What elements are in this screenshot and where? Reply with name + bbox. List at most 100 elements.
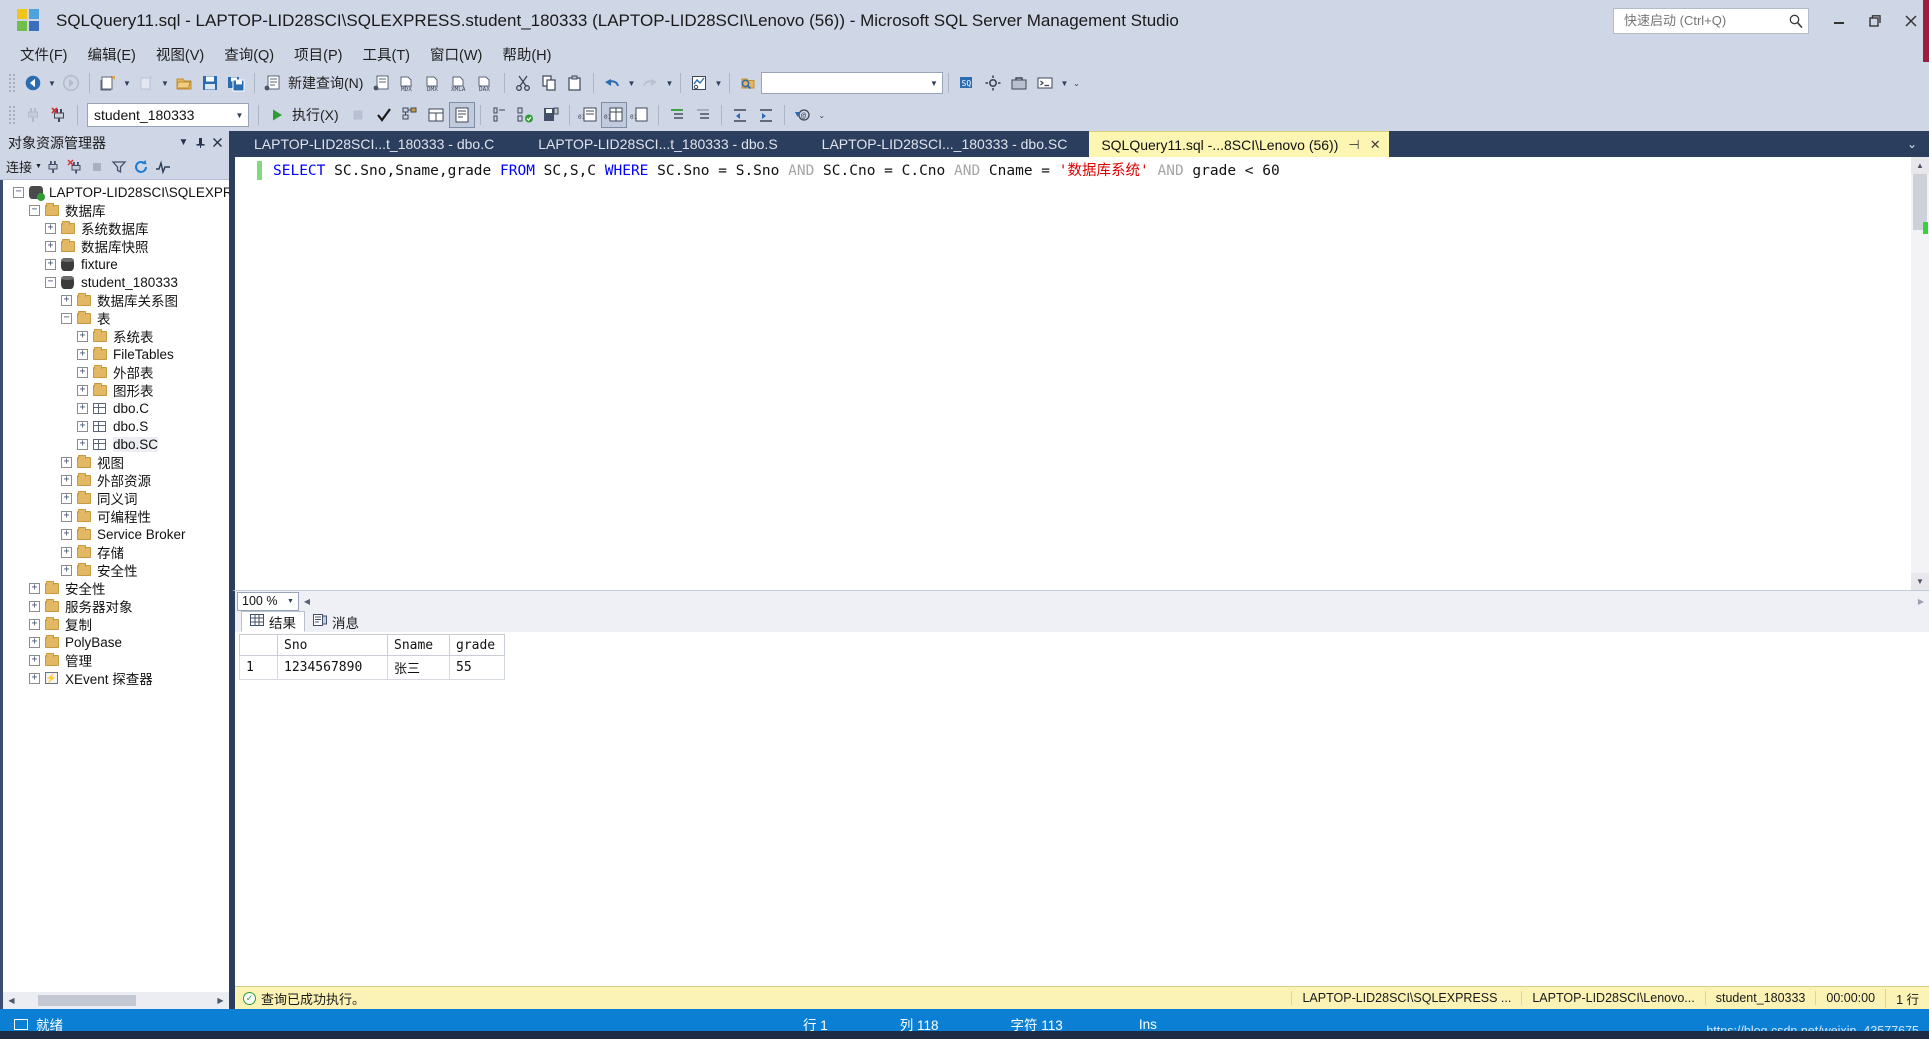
sql-editor[interactable]: SELECT SC.Sno,Sname,grade FROM SC,S,C WH… xyxy=(232,157,1929,590)
collapse-icon[interactable]: − xyxy=(61,312,72,324)
expand-icon[interactable]: + xyxy=(29,672,40,684)
comment-lines-icon[interactable] xyxy=(664,102,690,128)
tree-node[interactable]: + 系统表 xyxy=(3,327,229,345)
expand-icon[interactable]: + xyxy=(61,456,72,468)
tree-node[interactable]: + 安全性 xyxy=(3,579,229,597)
redo-dropdown[interactable]: ▼ xyxy=(663,79,675,88)
tree-node[interactable]: + fixture xyxy=(3,255,229,273)
tab-pin-icon[interactable]: ⊣ xyxy=(1348,137,1359,153)
tree-node[interactable]: + 外部资源 xyxy=(3,471,229,489)
connect-button[interactable]: 连接 ▼ xyxy=(6,157,42,176)
new-dmx-query-icon[interactable]: DMX xyxy=(421,70,447,96)
expand-icon[interactable]: + xyxy=(61,474,72,486)
find-combo-arrow[interactable]: ▼ xyxy=(925,79,942,88)
oe-activity-monitor-icon[interactable] xyxy=(152,157,174,177)
menu-help[interactable]: 帮助(H) xyxy=(492,42,561,67)
editor-zoom-arrow[interactable]: ▼ xyxy=(283,598,298,605)
settings-gear-icon[interactable] xyxy=(980,70,1006,96)
tree-node[interactable]: − LAPTOP-LID28SCI\SQLEXPRESS xyxy=(3,183,229,201)
minimize-button[interactable] xyxy=(1821,0,1857,41)
show-estimated-plan-icon[interactable] xyxy=(686,70,712,96)
menu-file[interactable]: 文件(F) xyxy=(10,42,78,67)
tree-node[interactable]: + 系统数据库 xyxy=(3,219,229,237)
results-to-file-icon[interactable] xyxy=(538,102,564,128)
expand-icon[interactable]: + xyxy=(29,636,40,648)
col-header-sname[interactable]: Sname xyxy=(387,634,450,656)
tab-sqlquery11[interactable]: SQLQuery11.sql -...8SCI\Lenovo (56)) ⊣ ✕ xyxy=(1089,131,1389,157)
expand-icon[interactable]: + xyxy=(29,582,40,594)
editor-hscroll-left-arrow[interactable]: ◀ xyxy=(299,597,315,606)
col-header-sno[interactable]: Sno xyxy=(277,634,388,656)
toolbox-icon[interactable] xyxy=(1006,70,1032,96)
object-explorer-hscrollbar[interactable]: ◀ ▶ xyxy=(0,992,229,1009)
results-to-file2-icon[interactable]: 01 xyxy=(627,102,653,128)
tree-node[interactable]: + 数据库关系图 xyxy=(3,291,229,309)
tree-node[interactable]: + dbo.C xyxy=(3,399,229,417)
tree-node[interactable]: + dbo.SC xyxy=(3,435,229,453)
expand-icon[interactable]: + xyxy=(29,600,40,612)
editor-scroll-track[interactable] xyxy=(1911,174,1929,573)
undo-dropdown[interactable]: ▼ xyxy=(625,79,637,88)
tree-node[interactable]: + 存储 xyxy=(3,543,229,561)
editor-zoom-combo[interactable]: 100 % ▼ xyxy=(237,591,299,611)
tree-node[interactable]: + 管理 xyxy=(3,651,229,669)
query-options-icon[interactable] xyxy=(486,102,512,128)
tree-node[interactable]: + 服务器对象 xyxy=(3,597,229,615)
expand-icon[interactable]: + xyxy=(29,618,40,630)
panel-close-icon[interactable] xyxy=(210,135,225,151)
hscroll-left-arrow[interactable]: ◀ xyxy=(3,992,20,1009)
expand-icon[interactable]: + xyxy=(45,240,56,252)
tree-node[interactable]: + dbo.S xyxy=(3,417,229,435)
results-tab-messages[interactable]: 消息 xyxy=(305,611,367,632)
navigate-back-button[interactable] xyxy=(20,70,46,96)
tree-node[interactable]: − 表 xyxy=(3,309,229,327)
include-actual-plan-icon[interactable] xyxy=(448,102,475,128)
col-header-grade[interactable]: grade xyxy=(449,634,505,656)
tree-node[interactable]: + 图形表 xyxy=(3,381,229,399)
decrease-indent-icon[interactable] xyxy=(727,102,753,128)
expand-icon[interactable]: + xyxy=(61,528,72,540)
navigate-back-dropdown[interactable]: ▼ xyxy=(46,79,58,88)
expand-icon[interactable]: + xyxy=(45,258,56,270)
new-project-dropdown[interactable]: ▼ xyxy=(121,79,133,88)
hscroll-right-arrow[interactable]: ▶ xyxy=(212,992,229,1009)
cell-sno[interactable]: 1234567890 xyxy=(277,655,388,680)
expand-icon[interactable]: + xyxy=(61,510,72,522)
object-explorer-tree[interactable]: −LAPTOP-LID28SCI\SQLEXPRESS−数据库+系统数据库+数据… xyxy=(0,180,229,992)
new-item-dropdown[interactable]: ▼ xyxy=(159,79,171,88)
expand-icon[interactable]: + xyxy=(77,420,88,432)
expand-icon[interactable]: + xyxy=(61,492,72,504)
row-number[interactable]: 1 xyxy=(239,655,278,680)
toolbar-options-2[interactable]: ⌄ xyxy=(816,111,828,120)
increase-indent-icon[interactable] xyxy=(753,102,779,128)
expand-icon[interactable]: + xyxy=(77,384,88,396)
col-header-rownum[interactable] xyxy=(239,634,278,656)
toolbar-grip[interactable] xyxy=(8,73,16,93)
tree-node[interactable]: + 可编程性 xyxy=(3,507,229,525)
restore-button[interactable] xyxy=(1857,0,1893,41)
menu-project[interactable]: 项目(P) xyxy=(284,42,352,67)
intellisense-enabled-icon[interactable] xyxy=(512,102,538,128)
menu-window[interactable]: 窗口(W) xyxy=(420,42,492,67)
tree-node[interactable]: − student_180333 xyxy=(3,273,229,291)
results-table[interactable]: Sno Sname grade 1 1234567890 张三 55 xyxy=(239,634,505,680)
tab-dbo-c[interactable]: LAPTOP-LID28SCI...t_180333 - dbo.C xyxy=(232,131,516,157)
quick-launch-input[interactable] xyxy=(1622,12,1788,29)
tree-node[interactable]: + 同义词 xyxy=(3,489,229,507)
display-estimated-plan-icon[interactable] xyxy=(397,102,423,128)
cut-icon[interactable] xyxy=(510,70,536,96)
tree-node[interactable]: + 数据库快照 xyxy=(3,237,229,255)
tree-node[interactable]: + PolyBase xyxy=(3,633,229,651)
expand-icon[interactable]: + xyxy=(77,348,88,360)
chevron-down-icon[interactable]: ▼ xyxy=(231,111,248,120)
new-dax-query-icon[interactable]: DAX xyxy=(473,70,499,96)
editor-scroll-up-arrow[interactable]: ▲ xyxy=(1911,157,1929,174)
expand-icon[interactable]: + xyxy=(77,402,88,414)
oe-refresh-icon[interactable] xyxy=(130,157,152,177)
find-combo[interactable]: ▼ xyxy=(761,72,944,94)
editor-scroll-down-arrow[interactable]: ▼ xyxy=(1911,573,1929,590)
expand-icon[interactable]: + xyxy=(61,564,72,576)
tree-node[interactable]: + 安全性 xyxy=(3,561,229,579)
editor-hscroll-track[interactable] xyxy=(315,591,1913,611)
include-live-plan-icon[interactable] xyxy=(423,102,449,128)
